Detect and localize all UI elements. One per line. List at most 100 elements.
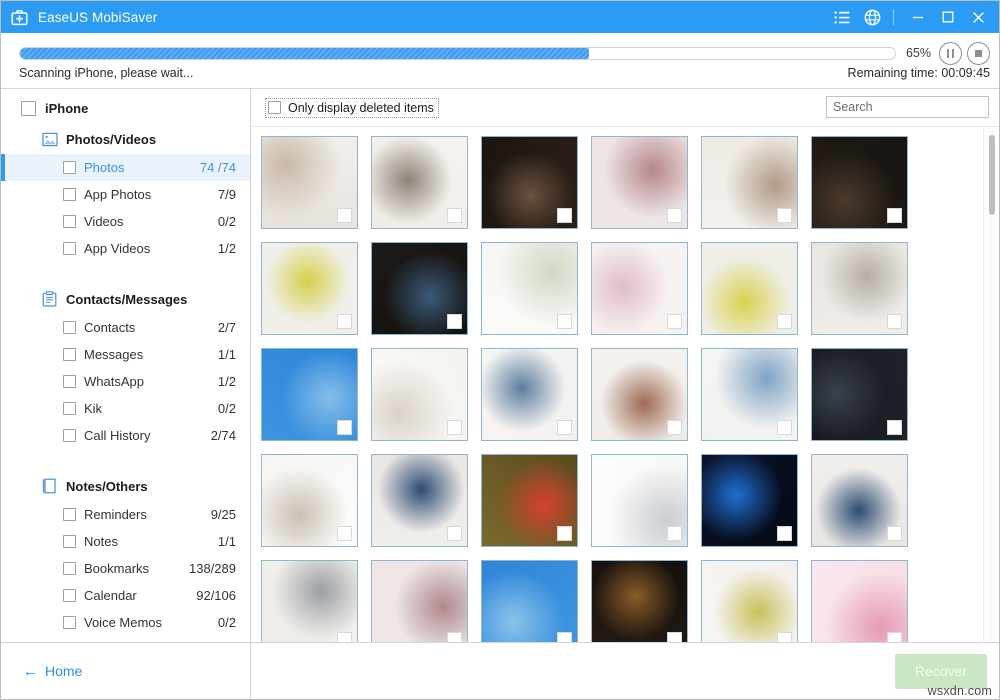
thumbnail-checkbox[interactable]: [887, 208, 902, 223]
sidebar-item-bookmarks[interactable]: Bookmarks 138/289: [1, 555, 250, 582]
sidebar-item-reminders[interactable]: Reminders 9/25: [1, 501, 250, 528]
thumbnail-checkbox[interactable]: [887, 420, 902, 435]
sidebar-item-videos[interactable]: Videos 0/2: [1, 208, 250, 235]
only-deleted-toggle[interactable]: Only display deleted items: [265, 97, 439, 118]
pause-icon[interactable]: [939, 42, 962, 65]
sidebar-item-photos[interactable]: Photos 74 /74: [1, 154, 250, 181]
iphone-checkbox[interactable]: [21, 101, 36, 116]
thumbnail-checkbox[interactable]: [777, 420, 792, 435]
thumbnail-checkbox[interactable]: [337, 526, 352, 541]
sidebar-item-voice-memos[interactable]: Voice Memos 0/2: [1, 609, 250, 636]
sidebar-item-kik[interactable]: Kik 0/2: [1, 395, 250, 422]
item-checkbox[interactable]: [63, 535, 76, 548]
thumbnail-item[interactable]: [811, 560, 908, 642]
sidebar-item-contacts[interactable]: Contacts 2/7: [1, 314, 250, 341]
thumbnail-item[interactable]: [591, 560, 688, 642]
item-checkbox[interactable]: [63, 508, 76, 521]
thumbnail-item[interactable]: [811, 136, 908, 229]
item-checkbox[interactable]: [63, 402, 76, 415]
item-checkbox[interactable]: [63, 589, 76, 602]
thumbnail-item[interactable]: [591, 136, 688, 229]
thumbnail-item[interactable]: [701, 454, 798, 547]
thumbnail-checkbox[interactable]: [557, 632, 572, 642]
thumbnail-checkbox[interactable]: [447, 420, 462, 435]
sidebar-item-messages[interactable]: Messages 1/1: [1, 341, 250, 368]
minimize-icon[interactable]: [903, 1, 933, 33]
thumbnail-item[interactable]: [811, 454, 908, 547]
thumbnail-item[interactable]: [371, 242, 468, 335]
list-menu-icon[interactable]: [827, 2, 857, 32]
thumbnail-item[interactable]: [481, 242, 578, 335]
item-checkbox[interactable]: [63, 188, 76, 201]
thumbnail-item[interactable]: [261, 348, 358, 441]
thumbnail-checkbox[interactable]: [447, 526, 462, 541]
thumbnail-checkbox[interactable]: [337, 314, 352, 329]
thumbnail-item[interactable]: [701, 242, 798, 335]
thumbnail-checkbox[interactable]: [557, 420, 572, 435]
thumbnail-item[interactable]: [591, 348, 688, 441]
thumbnail-checkbox[interactable]: [447, 314, 462, 329]
thumbnail-checkbox[interactable]: [557, 314, 572, 329]
thumbnail-item[interactable]: [481, 136, 578, 229]
thumbnail-item[interactable]: [701, 560, 798, 642]
thumbnail-item[interactable]: [481, 454, 578, 547]
thumbnail-checkbox[interactable]: [557, 208, 572, 223]
sidebar-section-contacts-messages[interactable]: Contacts/Messages: [1, 284, 250, 314]
close-icon[interactable]: [963, 1, 993, 33]
thumbnail-item[interactable]: [481, 348, 578, 441]
thumbnail-item[interactable]: [261, 560, 358, 642]
thumbnail-checkbox[interactable]: [777, 208, 792, 223]
item-checkbox[interactable]: [63, 321, 76, 334]
stop-icon[interactable]: [967, 42, 990, 65]
globe-icon[interactable]: [857, 2, 887, 32]
item-checkbox[interactable]: [63, 242, 76, 255]
sidebar-item-iphone[interactable]: iPhone: [1, 95, 250, 122]
thumbnail-item[interactable]: [371, 348, 468, 441]
thumbnail-checkbox[interactable]: [557, 526, 572, 541]
sidebar-section-notes-others[interactable]: Notes/Others: [1, 471, 250, 501]
thumbnail-checkbox[interactable]: [667, 420, 682, 435]
sidebar-section-photos-videos[interactable]: Photos/Videos: [1, 124, 250, 154]
thumbnail-item[interactable]: [371, 136, 468, 229]
thumbnail-checkbox[interactable]: [777, 526, 792, 541]
thumbnail-checkbox[interactable]: [667, 526, 682, 541]
thumbnail-checkbox[interactable]: [887, 314, 902, 329]
thumbnail-checkbox[interactable]: [667, 314, 682, 329]
thumbnail-checkbox[interactable]: [337, 632, 352, 642]
item-checkbox[interactable]: [63, 562, 76, 575]
grid-scrollbar[interactable]: [983, 127, 999, 642]
thumbnail-checkbox[interactable]: [667, 632, 682, 642]
thumbnail-item[interactable]: [591, 454, 688, 547]
thumbnail-item[interactable]: [371, 560, 468, 642]
search-input[interactable]: [826, 96, 989, 118]
thumbnail-item[interactable]: [261, 136, 358, 229]
thumbnail-checkbox[interactable]: [337, 420, 352, 435]
item-checkbox[interactable]: [63, 616, 76, 629]
thumbnail-checkbox[interactable]: [887, 632, 902, 642]
thumbnail-checkbox[interactable]: [667, 208, 682, 223]
sidebar-item-notes[interactable]: Notes 1/1: [1, 528, 250, 555]
thumbnail-item[interactable]: [481, 560, 578, 642]
thumbnail-item[interactable]: [811, 348, 908, 441]
sidebar-item-calendar[interactable]: Calendar 92/106: [1, 582, 250, 609]
maximize-icon[interactable]: [933, 1, 963, 33]
thumbnail-checkbox[interactable]: [777, 314, 792, 329]
scrollbar-thumb[interactable]: [989, 135, 995, 215]
thumbnail-item[interactable]: [811, 242, 908, 335]
only-deleted-checkbox[interactable]: [268, 101, 281, 114]
item-checkbox[interactable]: [63, 215, 76, 228]
thumbnail-item[interactable]: [261, 454, 358, 547]
thumbnail-item[interactable]: [591, 242, 688, 335]
thumbnail-checkbox[interactable]: [887, 526, 902, 541]
thumbnail-checkbox[interactable]: [447, 208, 462, 223]
thumbnail-checkbox[interactable]: [777, 632, 792, 642]
sidebar-item-whatsapp[interactable]: WhatsApp 1/2: [1, 368, 250, 395]
item-checkbox[interactable]: [63, 161, 76, 174]
thumbnail-item[interactable]: [701, 136, 798, 229]
item-checkbox[interactable]: [63, 348, 76, 361]
sidebar-item-app-videos[interactable]: App Videos 1/2: [1, 235, 250, 262]
thumbnail-item[interactable]: [371, 454, 468, 547]
item-checkbox[interactable]: [63, 375, 76, 388]
home-button[interactable]: ← Home: [23, 663, 82, 679]
sidebar-item-call-history[interactable]: Call History 2/74: [1, 422, 250, 449]
